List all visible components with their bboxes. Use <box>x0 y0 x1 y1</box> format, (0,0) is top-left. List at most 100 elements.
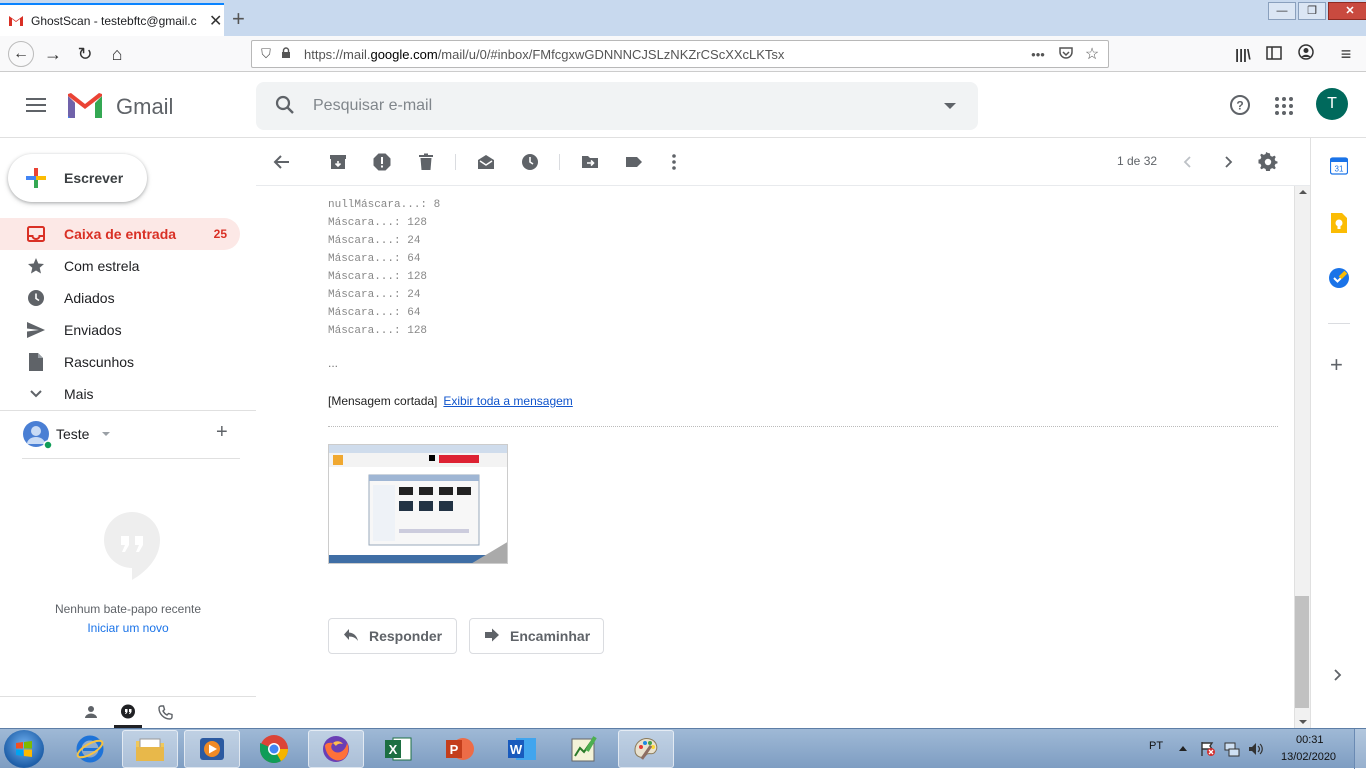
start-chat-link[interactable]: Iniciar um novo <box>0 621 256 635</box>
scroll-down-icon[interactable] <box>1299 720 1307 724</box>
search-icon[interactable] <box>274 94 296 119</box>
address-bar[interactable]: ⛉ https://mail.google.com/mail/u/0/#inbo… <box>251 40 1109 68</box>
home-icon[interactable]: ⌂ <box>105 42 129 66</box>
taskbar-paint-icon[interactable] <box>618 730 674 768</box>
taskbar-excel-icon[interactable]: X <box>370 730 426 768</box>
unread-count: 25 <box>213 227 227 241</box>
show-hidden-icons-icon[interactable] <box>1179 746 1187 751</box>
taskbar-explorer-icon[interactable] <box>122 730 178 768</box>
close-window-button[interactable]: ✕ <box>1328 2 1366 20</box>
network-icon[interactable] <box>1224 741 1240 760</box>
hangouts-chat-icon[interactable] <box>114 697 142 728</box>
action-center-flag-icon[interactable] <box>1200 741 1216 760</box>
volume-icon[interactable] <box>1248 741 1264 760</box>
sidebar-item-label: Mais <box>64 386 94 402</box>
back-to-inbox-icon[interactable] <box>272 152 292 172</box>
windows-taskbar: X P W PT 00:31 13/02/2020 <box>0 728 1366 769</box>
main-menu-icon[interactable] <box>26 98 46 116</box>
older-chevron-icon[interactable] <box>1218 152 1238 172</box>
taskbar-media-player-icon[interactable] <box>184 730 240 768</box>
forward-button[interactable]: Encaminhar <box>469 618 604 654</box>
clock-time[interactable]: 00:31 <box>1296 734 1324 746</box>
taskbar-firefox-icon[interactable] <box>308 730 364 768</box>
menu-icon[interactable]: ≡ <box>1334 42 1358 66</box>
view-full-message-link[interactable]: Exibir toda a mensagem <box>443 394 572 408</box>
trimmed-content-ellipsis[interactable]: ... <box>328 356 338 370</box>
status-dropdown-icon[interactable] <box>102 432 110 436</box>
message-line: Máscara...: 128 <box>328 217 428 229</box>
svg-text:W: W <box>510 742 523 757</box>
back-icon[interactable]: ← <box>8 41 34 67</box>
compose-button[interactable]: Escrever <box>8 154 147 202</box>
sidebar-item-sent[interactable]: Enviados <box>0 314 240 346</box>
taskbar-word-icon[interactable]: W <box>494 730 550 768</box>
pocket-icon[interactable] <box>1056 46 1076 63</box>
get-addons-plus-icon[interactable]: + <box>1330 354 1343 376</box>
label-icon[interactable] <box>624 152 644 172</box>
keep-icon[interactable] <box>1330 213 1348 236</box>
apps-grid-icon[interactable] <box>1274 96 1294 119</box>
lock-icon[interactable] <box>276 46 296 62</box>
snooze-icon[interactable] <box>520 152 540 172</box>
bookmark-star-icon[interactable]: ☆ <box>1082 44 1102 64</box>
hangouts-user-row[interactable]: Teste + <box>22 420 242 460</box>
message-line: Máscara...: 24 <box>328 289 421 301</box>
sidebar-toggle-icon[interactable] <box>1262 42 1286 66</box>
chat-empty-state: Nenhum bate-papo recente Iniciar um novo <box>0 510 256 635</box>
show-desktop-button[interactable] <box>1354 729 1366 769</box>
person-icon[interactable] <box>84 705 98 722</box>
show-side-panel-chevron-icon[interactable] <box>1333 668 1343 685</box>
taskbar-ie-icon[interactable] <box>62 730 118 768</box>
language-indicator[interactable]: PT <box>1149 740 1163 752</box>
sidebar-item-snoozed[interactable]: Adiados <box>0 282 240 314</box>
reload-icon[interactable]: ↻ <box>73 42 97 66</box>
taskbar-chrome-icon[interactable] <box>246 730 302 768</box>
help-icon[interactable]: ? <box>1229 94 1251 119</box>
scroll-up-icon[interactable] <box>1299 190 1307 194</box>
restore-button[interactable]: ❐ <box>1298 2 1326 20</box>
calendar-icon[interactable]: 31 <box>1329 157 1349 178</box>
taskbar-powerpoint-icon[interactable]: P <box>432 730 488 768</box>
reply-button[interactable]: Responder <box>328 618 457 654</box>
delete-icon[interactable] <box>416 152 436 172</box>
library-icon[interactable]: |||\ <box>1231 42 1255 66</box>
move-to-icon[interactable] <box>580 152 600 172</box>
sidebar-item-drafts[interactable]: Rascunhos <box>0 346 240 378</box>
account-avatar[interactable]: T <box>1316 88 1348 120</box>
inbox-icon <box>27 225 45 243</box>
page-actions-icon[interactable]: ••• <box>1028 47 1048 62</box>
search-bar[interactable]: Pesquisar e-mail <box>256 82 978 130</box>
shield-icon[interactable]: ⛉ <box>256 46 276 62</box>
minimize-button[interactable]: — <box>1268 2 1296 20</box>
phone-icon[interactable] <box>158 705 173 723</box>
message-line: nullMáscara...: 8 <box>328 199 441 211</box>
forward-icon[interactable]: → <box>41 42 65 66</box>
settings-gear-icon[interactable] <box>1258 152 1278 172</box>
more-options-icon[interactable] <box>664 152 684 172</box>
clock-date[interactable]: 13/02/2020 <box>1281 751 1336 763</box>
new-chat-plus-icon[interactable]: + <box>216 421 228 444</box>
star-icon <box>27 257 45 275</box>
gmail-wordmark[interactable]: Gmail <box>116 94 173 120</box>
gmail-logo-icon[interactable] <box>66 92 104 123</box>
account-icon[interactable] <box>1294 42 1318 66</box>
tasks-icon[interactable] <box>1329 268 1349 291</box>
report-spam-icon[interactable] <box>372 152 392 172</box>
new-tab-button[interactable]: + <box>232 6 245 32</box>
attachment-thumbnail[interactable] <box>328 444 508 564</box>
forward-label: Encaminhar <box>510 628 591 644</box>
newer-chevron-icon[interactable] <box>1178 152 1198 172</box>
scrollbar-thumb[interactable] <box>1295 596 1309 708</box>
search-input[interactable]: Pesquisar e-mail <box>313 97 432 115</box>
search-options-icon[interactable] <box>944 103 956 109</box>
tab-close-icon[interactable]: ✕ <box>209 11 222 31</box>
taskbar-chart-app-icon[interactable] <box>556 730 612 768</box>
sidebar-item-more[interactable]: Mais <box>0 378 240 410</box>
side-panel: 31 + <box>1310 138 1366 728</box>
sidebar-item-starred[interactable]: Com estrela <box>0 250 240 282</box>
mark-unread-icon[interactable] <box>476 152 496 172</box>
archive-icon[interactable] <box>328 152 348 172</box>
sidebar-item-inbox[interactable]: Caixa de entrada 25 <box>0 218 240 250</box>
start-button[interactable] <box>4 730 44 768</box>
browser-tab[interactable]: GhostScan - testebftc@gmail.c ✕ <box>0 3 224 36</box>
